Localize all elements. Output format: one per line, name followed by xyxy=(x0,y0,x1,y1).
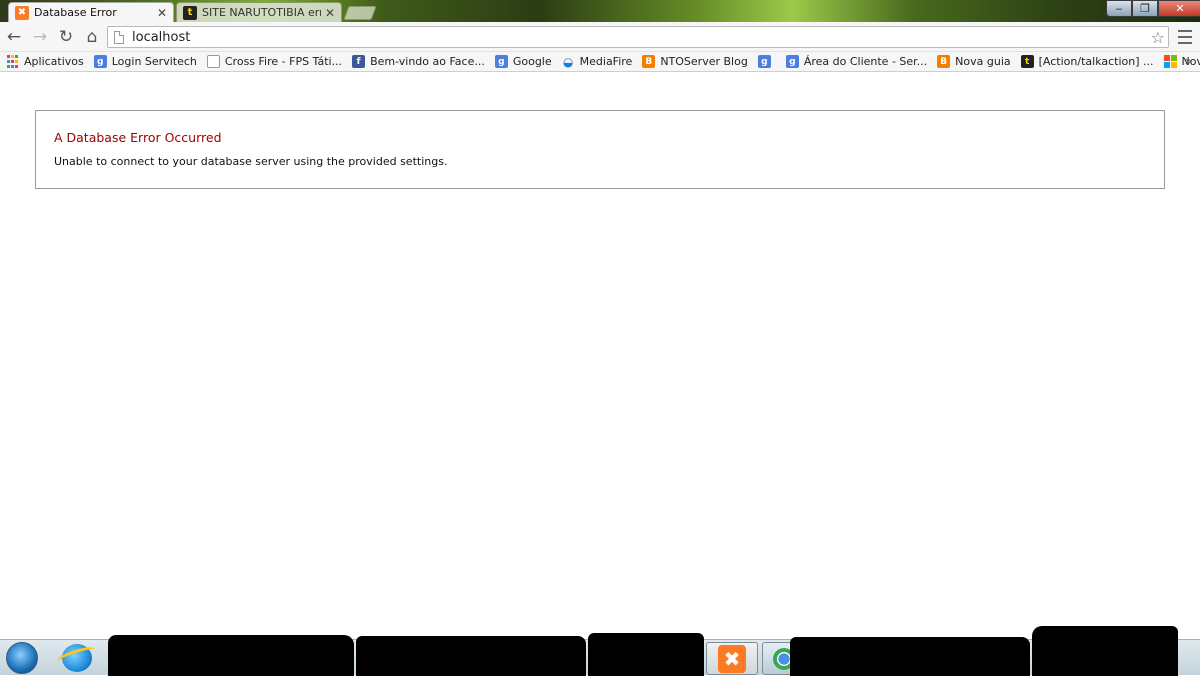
blogger-icon: B xyxy=(937,55,951,68)
redacted-area xyxy=(356,636,586,676)
start-orb-icon[interactable] xyxy=(6,642,38,674)
tab-title: Database Error xyxy=(34,6,117,19)
taskbar-xampp-button[interactable]: ✖ xyxy=(706,642,758,675)
tab-title: SITE NARUTOTIBIA erro - xyxy=(202,6,321,19)
address-url[interactable]: localhost xyxy=(132,30,190,45)
bookmark-ntoserver-blog[interactable]: B NTOServer Blog xyxy=(642,55,748,68)
bookmark-label: Bem-vindo ao Face... xyxy=(370,55,485,68)
bookmarks-overflow-icon[interactable]: » xyxy=(1185,54,1192,68)
reload-icon[interactable]: ↻ xyxy=(56,27,76,47)
bookmark-label: Nova guia xyxy=(955,55,1011,68)
google-icon: g xyxy=(494,55,508,68)
bookmark-label: [Action/talkaction] ... xyxy=(1038,55,1154,68)
address-bar[interactable]: localhost ☆ xyxy=(107,26,1169,48)
browser-tab-strip: ✖ Database Error ✕ t SITE NARUTOTIBIA er… xyxy=(0,0,1200,22)
browser-toolbar: ← → ↻ ⌂ localhost ☆ xyxy=(0,22,1200,52)
window-close-button[interactable]: ✕ xyxy=(1158,0,1200,17)
xampp-icon: ✖ xyxy=(718,644,746,673)
windows-taskbar: ✖ xyxy=(0,626,1200,676)
xampp-icon: ✖ xyxy=(15,5,29,20)
forward-arrow-icon[interactable]: → xyxy=(30,27,50,47)
microsoft-icon xyxy=(1163,55,1177,68)
google-icon: g xyxy=(757,55,771,68)
tab-site-narutotibia[interactable]: t SITE NARUTOTIBIA erro - ✕ xyxy=(176,2,342,22)
browser-menu-icon[interactable] xyxy=(1178,30,1192,44)
redacted-area xyxy=(790,637,1030,676)
bookmarks-bar: Aplicativos g Login Servitech Cross Fire… xyxy=(0,52,1200,72)
redacted-area xyxy=(588,633,704,676)
redacted-area xyxy=(108,635,354,676)
new-tab-button[interactable] xyxy=(343,6,377,20)
bookmark-nova-guia-2[interactable]: Nova guia xyxy=(1163,55,1200,68)
close-tab-icon[interactable]: ✕ xyxy=(325,6,335,20)
bookmark-google-unlabeled[interactable]: g xyxy=(757,55,776,68)
bookmark-label: Área do Cliente - Ser... xyxy=(803,55,928,68)
bookmark-cross-fire[interactable]: Cross Fire - FPS Táti... xyxy=(206,55,343,68)
bookmark-action-talkaction[interactable]: t [Action/talkaction] ... xyxy=(1020,55,1154,68)
restore-button[interactable]: ❐ xyxy=(1132,0,1158,17)
bookmark-label: Aplicativos xyxy=(24,55,84,68)
page-icon xyxy=(206,55,220,68)
page-icon xyxy=(114,30,124,44)
apps-grid-icon xyxy=(6,55,19,68)
bookmark-label: MediaFire xyxy=(579,55,633,68)
bookmark-label: Google xyxy=(512,55,552,68)
bookmark-login-servitech[interactable]: g Login Servitech xyxy=(93,55,197,68)
bookmark-nova-guia[interactable]: B Nova guia xyxy=(937,55,1011,68)
mediafire-icon: ◒ xyxy=(562,54,574,69)
bookmark-label: Cross Fire - FPS Táti... xyxy=(224,55,343,68)
tab-database-error[interactable]: ✖ Database Error ✕ xyxy=(8,2,174,22)
bookmark-star-icon[interactable]: ☆ xyxy=(1151,28,1165,47)
blogger-icon: B xyxy=(642,55,656,68)
facebook-icon: f xyxy=(352,55,366,68)
bookmark-aplicativos[interactable]: Aplicativos xyxy=(6,55,84,68)
tibia-icon: t xyxy=(1020,55,1034,68)
bookmark-facebook[interactable]: f Bem-vindo ao Face... xyxy=(352,55,485,68)
tibia-icon: t xyxy=(183,5,197,20)
google-icon: g xyxy=(93,55,107,68)
close-tab-icon[interactable]: ✕ xyxy=(157,6,167,20)
back-arrow-icon[interactable]: ← xyxy=(4,27,24,47)
window-controls: ‒ ❐ ✕ xyxy=(1106,0,1200,17)
redacted-area xyxy=(1032,626,1178,676)
bookmark-mediafire[interactable]: ◒ MediaFire xyxy=(562,54,633,69)
bookmark-label: Login Servitech xyxy=(111,55,197,68)
bookmark-google[interactable]: g Google xyxy=(494,55,552,68)
internet-explorer-icon[interactable] xyxy=(62,644,92,672)
error-heading: A Database Error Occurred xyxy=(54,130,222,145)
database-error-container: A Database Error Occurred Unable to conn… xyxy=(35,110,1165,189)
error-message: Unable to connect to your database serve… xyxy=(54,155,448,168)
google-icon: g xyxy=(785,55,799,68)
bookmark-label: NTOServer Blog xyxy=(660,55,748,68)
bookmark-area-do-cliente[interactable]: g Área do Cliente - Ser... xyxy=(785,55,928,68)
minimize-button[interactable]: ‒ xyxy=(1106,0,1132,17)
home-icon[interactable]: ⌂ xyxy=(82,27,102,47)
